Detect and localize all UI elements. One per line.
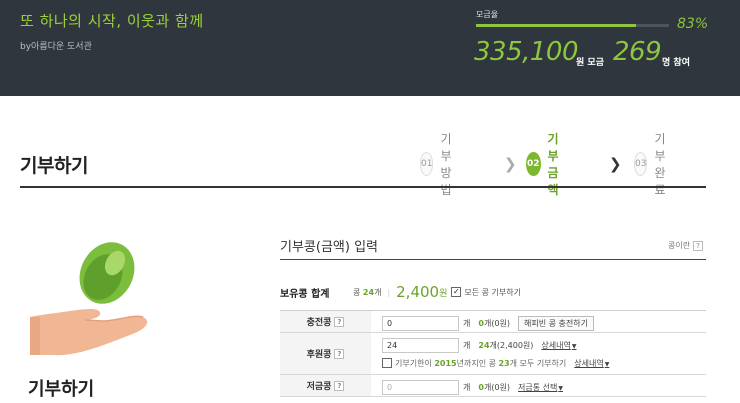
row-label-text: 후원콩 <box>306 350 332 360</box>
support-detail-link[interactable]: 상세내역▼ <box>541 340 576 351</box>
savings-summary-amount: (0원) <box>491 382 511 392</box>
note-text: 년까지인 콩 <box>456 358 496 368</box>
progress-percent: 83% <box>677 16 709 32</box>
hand-holding-bean-icon <box>30 242 148 356</box>
row-label-charge: 충전콩 ? <box>280 311 371 332</box>
input-unit: 개 <box>463 340 471 350</box>
table-row: 충전콩 ? 0 개 0 개 (0원) 해피빈 콩 충전하기 <box>280 311 706 333</box>
caret-down-icon: ▼ <box>604 360 610 368</box>
caret-down-icon: ▼ <box>571 342 577 350</box>
support-summary-amount: (2,400원) <box>496 340 534 350</box>
note-text: 기부기한이 <box>395 358 432 368</box>
select-piggybank-link[interactable]: 저금통 선택▼ <box>518 382 563 393</box>
note-text: 개 모두 기부하기 <box>509 358 567 368</box>
link-label: 저금통 선택 <box>518 382 558 392</box>
step-donation-complete: 03 기부완료 <box>634 132 676 197</box>
note-detail-link[interactable]: 상세내역▼ <box>574 358 609 369</box>
holding-count: 24 <box>362 287 375 297</box>
progress-bar <box>476 24 669 27</box>
section-divider <box>280 259 706 260</box>
step-number: 01 <box>420 152 434 176</box>
holding-count-unit: 개 <box>374 287 382 297</box>
support-summary-count-unit: 개 <box>489 340 497 350</box>
question-icon: ? <box>693 240 704 251</box>
row-label-text: 저금콩 <box>306 382 332 392</box>
holding-label: 보유콩 합계 <box>280 288 330 300</box>
charge-bean-input[interactable]: 0 <box>382 315 459 331</box>
step-number: 02 <box>526 152 541 176</box>
row-label-savings: 저금콩 ? <box>280 375 371 396</box>
link-label: 상세내역 <box>541 340 571 350</box>
charge-summary-amount: (0원) <box>491 318 511 328</box>
side-title: 기부하기 <box>28 379 95 400</box>
donate-all-checkbox[interactable]: ✓ <box>451 287 462 297</box>
donate-all-label: 모든 콩 기부하기 <box>464 287 521 297</box>
caret-down-icon: ▼ <box>558 384 563 392</box>
question-icon[interactable]: ? <box>334 380 345 391</box>
step-donation-method: 01 기부방법 <box>420 132 462 197</box>
expiring-beans-option: ✓ 기부기한이 2015 년까지인 콩 23 개 모두 기부하기 상세내역▼ <box>382 354 696 372</box>
participant-count-unit: 명 참여 <box>662 58 690 68</box>
input-unit: 개 <box>463 318 471 328</box>
row-label-support: 후원콩 ? <box>280 333 371 374</box>
holding-amount: 2,400 <box>396 283 440 301</box>
table-row: 저금콩 ? 0 개 0 개 (0원) 저금통 선택▼ <box>280 375 706 397</box>
link-label: 상세내역 <box>574 358 604 368</box>
bean-input-table: 충전콩 ? 0 개 0 개 (0원) 해피빈 콩 충전하기 후원콩 ? 24 개… <box>280 310 706 397</box>
savings-bean-input[interactable]: 0 <box>382 379 459 395</box>
input-unit: 개 <box>463 382 471 392</box>
campaign-banner: 또 하나의 시작, 이웃과 함께 by아름다운 도서관 모금율 83% 335,… <box>0 0 740 96</box>
savings-summary-count-unit: 개 <box>483 382 492 392</box>
holding-amount-unit: 원 <box>439 288 448 299</box>
amount-raised: 335,100 <box>474 37 579 67</box>
expiring-beans-checkbox[interactable]: ✓ <box>382 358 392 368</box>
campaign-title: 또 하나의 시작, 이웃과 함께 <box>20 12 204 30</box>
participant-count: 269 <box>613 37 662 67</box>
progress-bar-fill <box>476 24 637 27</box>
question-icon[interactable]: ? <box>334 316 345 327</box>
chevron-right-icon: ❯ <box>609 155 622 173</box>
row-body: 0 개 0 개 (0원) 해피빈 콩 충전하기 <box>371 311 706 332</box>
step-number: 03 <box>634 152 648 176</box>
bean-help-link[interactable]: 콩이란 ? <box>668 240 704 251</box>
step-donation-amount: 02 기부금액 <box>526 132 568 197</box>
note-year: 2015 <box>434 358 457 368</box>
bean-prefix: 콩 <box>353 287 361 297</box>
row-body: 0 개 0 개 (0원) 저금통 선택▼ <box>371 375 706 396</box>
progress-label: 모금율 <box>476 10 499 19</box>
separator: | <box>387 287 391 297</box>
charge-beans-button[interactable]: 해피빈 콩 충전하기 <box>518 315 594 331</box>
campaign-organizer: by아름다운 도서관 <box>20 42 92 52</box>
row-body: 24 개 24 개 (2,400원) 상세내역▼ ✓ 기부기한이 2015 년까… <box>371 333 706 374</box>
note-count: 23 <box>498 358 510 368</box>
row-label-text: 충전콩 <box>306 318 332 328</box>
holding-info: 콩 24 개 | 2,400 원 ✓ 모든 콩 기부하기 <box>353 283 521 301</box>
section-title: 기부콩(금액) 입력 <box>280 240 378 255</box>
question-icon[interactable]: ? <box>334 348 345 359</box>
chevron-right-icon: ❯ <box>504 155 517 173</box>
page-title: 기부하기 <box>20 155 88 177</box>
amount-raised-unit: 원 모금 <box>576 58 604 68</box>
support-bean-input[interactable]: 24 <box>382 337 459 353</box>
help-link-label: 콩이란 <box>668 241 691 250</box>
holding-total-row: 보유콩 합계 콩 24 개 | 2,400 원 ✓ 모든 콩 기부하기 <box>280 280 706 304</box>
table-row: 후원콩 ? 24 개 24 개 (2,400원) 상세내역▼ ✓ 기부기한이 2… <box>280 333 706 375</box>
charge-summary-count-unit: 개 <box>483 318 492 328</box>
support-summary-count: 24 <box>478 340 490 350</box>
header-divider <box>20 186 706 188</box>
